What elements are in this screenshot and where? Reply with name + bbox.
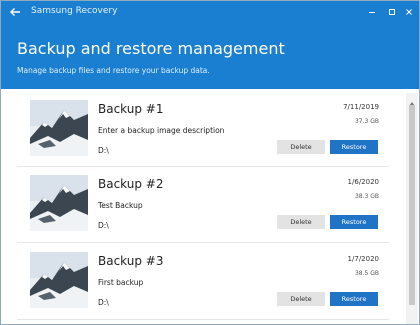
minimize-icon[interactable] xyxy=(365,5,379,19)
backup-card: Backup #3 First backup D:\ 1/7/2020 38.5… xyxy=(17,248,389,312)
divider xyxy=(17,242,389,243)
mountain-image-icon xyxy=(30,175,88,231)
backup-name: Backup #2 xyxy=(98,177,164,191)
divider xyxy=(17,319,389,320)
page-title: Backup and restore management xyxy=(17,39,285,58)
page-header: Backup and restore management Manage bac… xyxy=(1,25,419,89)
maximize-icon[interactable] xyxy=(385,5,399,19)
backup-card: Backup #2 Test Backup D:\ 1/6/2020 38.3 … xyxy=(17,171,389,235)
app-window: Samsung Recovery Backup and restore mana… xyxy=(0,0,420,325)
backup-description: First backup xyxy=(98,278,144,287)
backup-date: 7/11/2019 xyxy=(343,103,379,111)
restore-button[interactable]: Restore xyxy=(330,292,378,306)
app-title: Samsung Recovery xyxy=(31,6,118,16)
backup-drive: D:\ xyxy=(98,221,109,230)
backup-name: Backup #3 xyxy=(98,254,164,268)
backup-drive: D:\ xyxy=(98,298,109,307)
restore-button[interactable]: Restore xyxy=(330,140,378,154)
restore-button[interactable]: Restore xyxy=(330,215,378,229)
mountain-image-icon xyxy=(30,252,88,308)
page-subtitle: Manage backup files and restore your bac… xyxy=(17,66,210,75)
back-arrow-icon[interactable] xyxy=(7,4,23,20)
vertical-scrollbar[interactable] xyxy=(406,93,418,324)
delete-button[interactable]: Delete xyxy=(277,215,325,229)
backup-drive: D:\ xyxy=(98,146,109,155)
title-bar: Samsung Recovery xyxy=(1,1,419,25)
scrollbar-thumb[interactable] xyxy=(409,105,415,305)
delete-button[interactable]: Delete xyxy=(277,292,325,306)
mountain-image-icon xyxy=(30,100,88,156)
divider xyxy=(17,166,389,167)
backup-card: Backup #1 Enter a backup image descripti… xyxy=(17,96,389,160)
backup-list: Backup #1 Enter a backup image descripti… xyxy=(1,93,405,324)
backup-size: 38.3 GB xyxy=(354,193,379,200)
backup-size: 37.3 GB xyxy=(354,118,379,125)
scroll-up-arrow-icon[interactable] xyxy=(408,95,416,106)
backup-description: Enter a backup image description xyxy=(98,126,225,135)
backup-date: 1/6/2020 xyxy=(347,178,379,186)
backup-description: Test Backup xyxy=(98,201,143,210)
backup-date: 1/7/2020 xyxy=(347,255,379,263)
backup-name: Backup #1 xyxy=(98,102,164,116)
close-icon[interactable] xyxy=(402,5,416,19)
backup-size: 38.5 GB xyxy=(354,270,379,277)
delete-button[interactable]: Delete xyxy=(277,140,325,154)
